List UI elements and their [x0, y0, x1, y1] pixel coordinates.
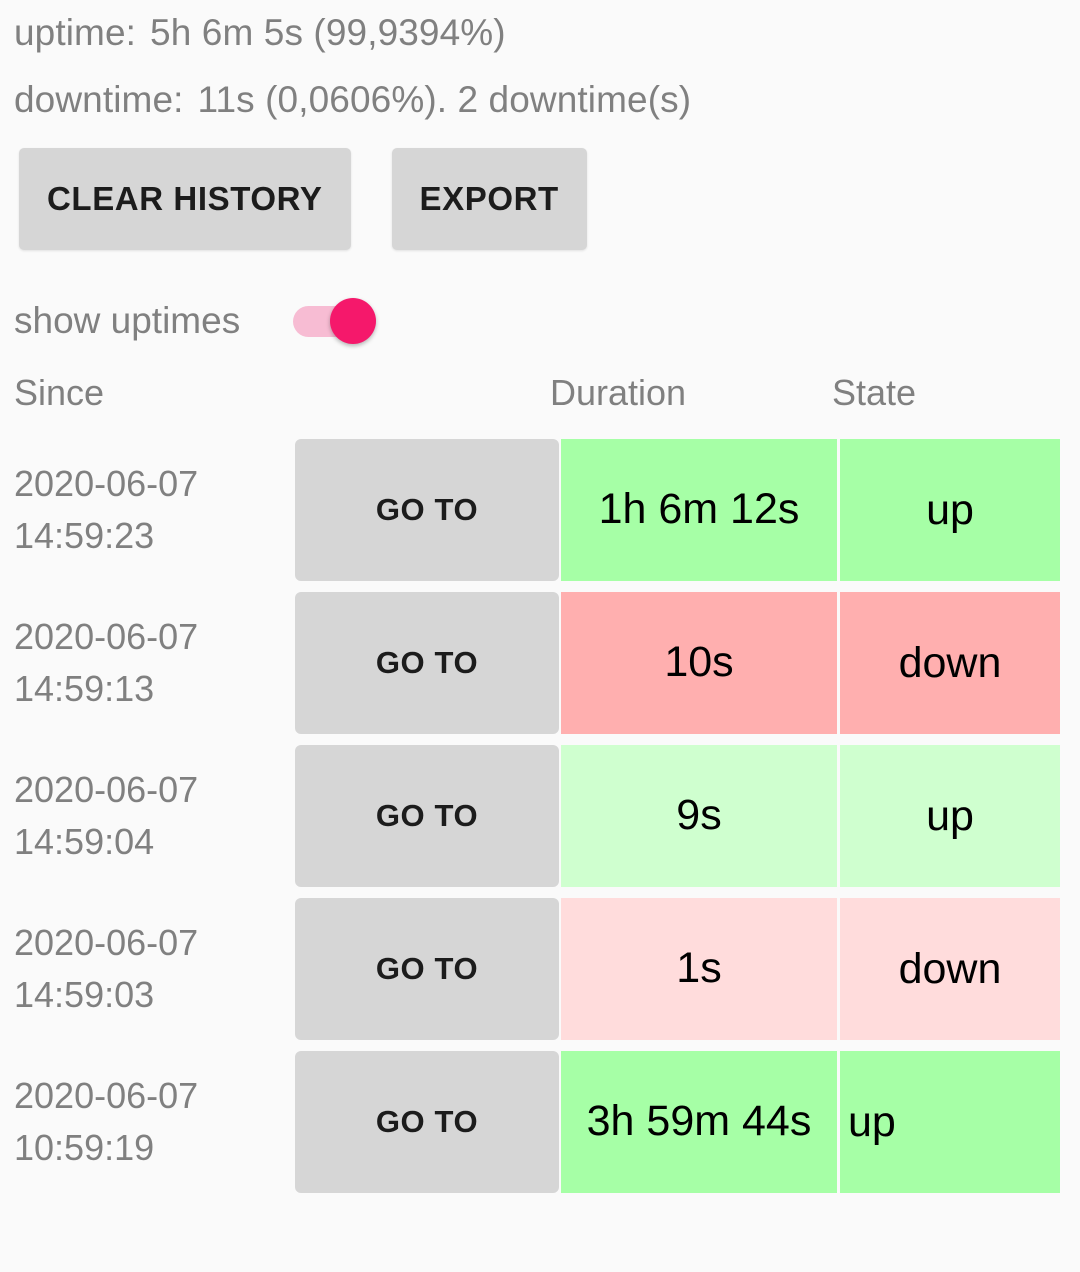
cell-duration: 9s — [561, 745, 837, 887]
since-date: 2020-06-07 — [14, 1074, 199, 1116]
since-time: 14:59:04 — [14, 821, 155, 862]
since-time: 14:59:03 — [14, 974, 155, 1015]
cell-since: 2020-06-07 14:59:03 — [14, 893, 284, 1045]
cell-since: 2020-06-07 14:59:13 — [14, 587, 284, 739]
cell-since: 2020-06-07 10:59:19 — [14, 1046, 284, 1198]
cell-duration: 1s — [561, 898, 837, 1040]
cell-state: down — [840, 898, 1060, 1040]
since-date: 2020-06-07 — [14, 921, 199, 963]
downtime-value: 11s (0,0606%). 2 downtime(s) — [197, 79, 692, 120]
show-uptimes-toggle[interactable] — [293, 298, 377, 344]
go-to-button[interactable]: GO TO — [295, 592, 559, 734]
since-time: 14:59:23 — [14, 515, 155, 556]
table-header-row: Since Duration State — [0, 372, 1080, 434]
table-row: 2020-06-07 10:59:19 GO TO 3h 59m 44s up — [0, 1046, 1080, 1198]
uptime-label: uptime: — [14, 12, 137, 53]
clear-history-button[interactable]: CLEAR HISTORY — [19, 148, 351, 250]
history-table: Since Duration State 2020-06-07 14:59:23 G… — [0, 372, 1080, 1198]
table-row: 2020-06-07 14:59:13 GO TO 10s down — [0, 587, 1080, 739]
since-date: 2020-06-07 — [14, 462, 199, 504]
go-to-button[interactable]: GO TO — [295, 745, 559, 887]
since-date: 2020-06-07 — [14, 615, 199, 657]
column-header-duration: Duration — [550, 372, 687, 413]
summary-section: uptime: 5h 6m 5s (99,9394%) downtime: 11s … — [0, 0, 1080, 118]
go-to-button[interactable]: GO TO — [295, 898, 559, 1040]
uptime-summary: uptime: 5h 6m 5s (99,9394%) — [14, 14, 1080, 51]
cell-since: 2020-06-07 14:59:23 — [14, 434, 284, 586]
export-button[interactable]: EXPORT — [391, 148, 587, 250]
show-uptimes-label: show uptimes — [14, 300, 241, 341]
column-header-since: Since — [14, 372, 105, 413]
downtime-label: downtime: — [14, 79, 184, 120]
toggle-thumb — [330, 298, 377, 344]
uptime-history-screen: uptime: 5h 6m 5s (99,9394%) downtime: 11s … — [0, 0, 1080, 1272]
go-to-button[interactable]: GO TO — [295, 439, 559, 581]
since-time: 10:59:19 — [14, 1127, 155, 1168]
cell-duration: 3h 59m 44s — [561, 1051, 837, 1193]
since-time: 14:59:13 — [14, 668, 155, 709]
downtime-summary: downtime: 11s (0,0606%). 2 downtime(s) — [14, 81, 1080, 118]
table-row: 2020-06-07 14:59:03 GO TO 1s down — [0, 893, 1080, 1045]
column-header-state: State — [832, 372, 917, 413]
cell-duration: 1h 6m 12s — [561, 439, 837, 581]
cell-duration: 10s — [561, 592, 837, 734]
cell-since: 2020-06-07 14:59:04 — [14, 740, 284, 892]
cell-state: up — [840, 439, 1060, 581]
cell-state: up — [840, 745, 1060, 887]
cell-state: down — [840, 592, 1060, 734]
table-body: 2020-06-07 14:59:23 GO TO 1h 6m 12s up 2020-0… — [0, 434, 1080, 1198]
action-buttons: CLEAR HISTORY EXPORT — [19, 148, 1080, 250]
show-uptimes-row: show uptimes — [14, 298, 1080, 344]
table-row: 2020-06-07 14:59:23 GO TO 1h 6m 12s up — [0, 434, 1080, 586]
cell-state: up — [840, 1051, 1060, 1193]
table-row: 2020-06-07 14:59:04 GO TO 9s up — [0, 740, 1080, 892]
since-date: 2020-06-07 — [14, 768, 199, 810]
go-to-button[interactable]: GO TO — [295, 1051, 559, 1193]
uptime-value: 5h 6m 5s (99,9394%) — [150, 12, 506, 53]
